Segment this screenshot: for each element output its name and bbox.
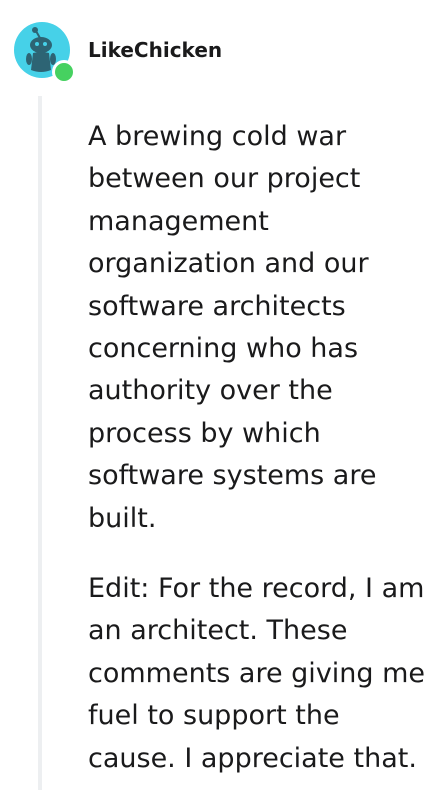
online-dot-icon bbox=[52, 60, 76, 84]
thread-collapse-line[interactable] bbox=[38, 96, 42, 790]
user-avatar[interactable] bbox=[14, 22, 76, 84]
comment-paragraph: Edit: For the record, I am an architect.… bbox=[88, 573, 426, 774]
comment-body: A brewing cold war between our project m… bbox=[88, 116, 434, 780]
comment: LikeChicken A brewing cold war between o… bbox=[0, 0, 446, 790]
comment-author-username[interactable]: LikeChicken bbox=[88, 38, 222, 62]
comment-paragraph: A brewing cold war between our project m… bbox=[88, 121, 377, 534]
